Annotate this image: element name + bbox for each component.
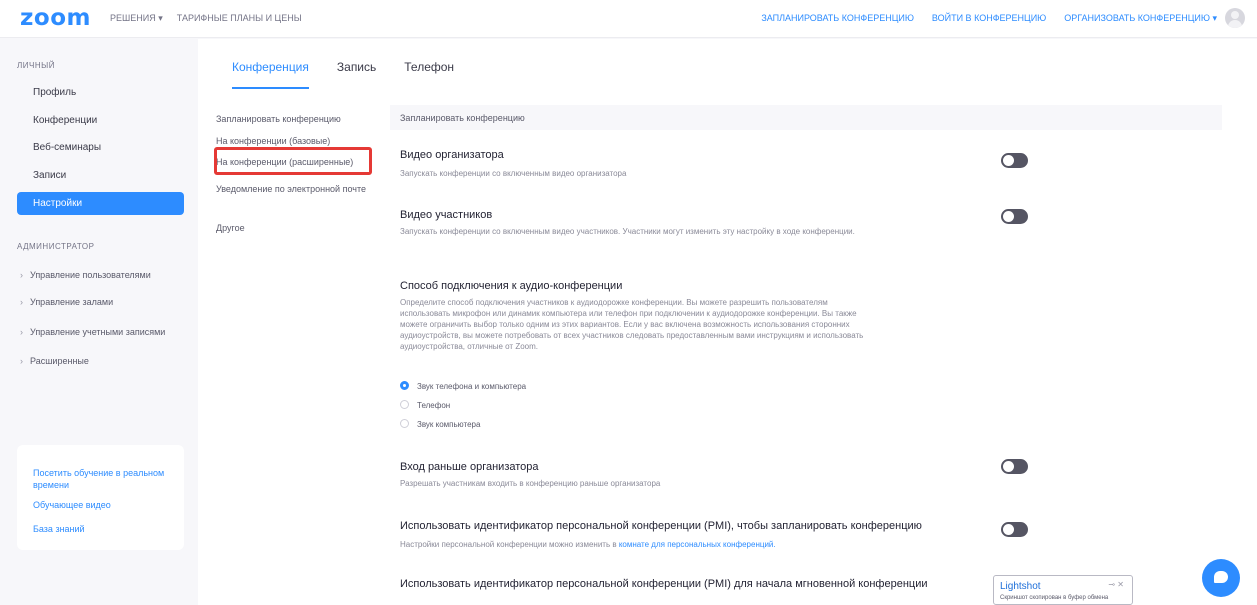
chevron-right-icon: ›	[20, 297, 23, 307]
nav-solutions[interactable]: РЕШЕНИЯ ▾	[110, 13, 163, 24]
sidebar-item-settings[interactable]: Настройки	[17, 192, 184, 215]
link-live-training[interactable]: Посетить обучение в реальном времени	[33, 467, 173, 491]
chat-button[interactable]	[1202, 559, 1240, 597]
lightshot-title: Lightshot	[1000, 581, 1041, 592]
host-video-toggle[interactable]	[1001, 153, 1028, 168]
sidebar-item-account-management[interactable]: › Управление учетными записями	[20, 327, 165, 337]
sidebar-item-profile[interactable]: Профиль	[33, 87, 76, 98]
tab-recording[interactable]: Запись	[337, 60, 376, 74]
nav-join-meeting[interactable]: ВОЙТИ В КОНФЕРЕНЦИЮ	[932, 13, 1046, 24]
chevron-right-icon: ›	[20, 270, 23, 280]
lightshot-controls[interactable]: ⊸ ✕	[1108, 580, 1124, 589]
sidebar-item-room-management[interactable]: › Управление залами	[20, 297, 113, 307]
chevron-right-icon: ›	[20, 356, 23, 366]
sidebar-item-meetings[interactable]: Конференции	[33, 115, 97, 126]
join-before-host-toggle[interactable]	[1001, 459, 1028, 474]
pmi-schedule-toggle[interactable]	[1001, 522, 1028, 537]
section-header: Запланировать конференцию	[390, 105, 1222, 130]
tab-telephone[interactable]: Телефон	[404, 60, 454, 74]
top-nav-left: РЕШЕНИЯ ▾ ТАРИФНЫЕ ПЛАНЫ И ЦЕНЫ	[110, 13, 302, 24]
link-knowledge-base[interactable]: База знаний	[33, 523, 85, 535]
subnav-schedule-meeting[interactable]: Запланировать конференцию	[216, 113, 341, 126]
setting-join-before-host-title: Вход раньше организатора	[400, 461, 539, 473]
nav-schedule-meeting[interactable]: ЗАПЛАНИРОВАТЬ КОНФЕРЕНЦИЮ	[761, 13, 914, 24]
lightshot-subtitle: Скриншот скопирован в буфер обмена	[1000, 595, 1109, 601]
audio-option-telephone[interactable]: Телефон	[400, 400, 450, 410]
top-nav-right: ЗАПЛАНИРОВАТЬ КОНФЕРЕНЦИЮ ВОЙТИ В КОНФЕР…	[761, 13, 1217, 24]
setting-participant-video-title: Видео участников	[400, 209, 493, 221]
audio-option-both[interactable]: Звук телефона и компьютера	[400, 381, 526, 391]
participant-video-toggle[interactable]	[1001, 209, 1028, 224]
lightshot-notification[interactable]: Lightshot Скриншот скопирован в буфер об…	[993, 575, 1133, 605]
subnav-email-notification[interactable]: Уведомление по электронной почте	[216, 183, 366, 196]
tab-meeting[interactable]: Конференция	[232, 60, 309, 74]
setting-audio-type-desc: Определите способ подключения участников…	[400, 298, 864, 351]
setting-join-before-host-desc: Разрешать участникам входить в конференц…	[400, 479, 661, 488]
sidebar: ЛИЧНЫЙ Профиль Конференции Веб-семинары …	[0, 39, 198, 605]
setting-pmi-instant-title: Использовать идентификатор персональной …	[400, 578, 928, 590]
setting-host-video-title: Видео организатора	[400, 149, 504, 161]
sidebar-item-user-management[interactable]: › Управление пользователями	[20, 270, 151, 280]
sidebar-item-webinars[interactable]: Веб-семинары	[33, 142, 101, 153]
sidebar-links-card: Посетить обучение в реальном времени Обу…	[17, 445, 184, 550]
settings-tabs: Конференция Запись Телефон	[232, 60, 454, 74]
sidebar-section-personal: ЛИЧНЫЙ	[17, 61, 55, 70]
setting-audio-type-title: Способ подключения к аудио-конференции	[400, 280, 623, 292]
link-video-tutorials[interactable]: Обучающее видео	[33, 499, 111, 511]
sidebar-item-advanced[interactable]: › Расширенные	[20, 356, 89, 366]
setting-pmi-schedule-title: Использовать идентификатор персональной …	[400, 520, 922, 532]
red-highlight-box	[214, 147, 372, 175]
zoom-logo[interactable]: zoom	[20, 5, 91, 31]
active-tab-indicator	[232, 87, 309, 89]
setting-pmi-schedule-desc: Настройки персональной конференции можно…	[400, 540, 776, 549]
setting-host-video-desc: Запускать конференции со включенным виде…	[400, 169, 627, 178]
nav-host-meeting[interactable]: ОРГАНИЗОВАТЬ КОНФЕРЕНЦИЮ ▾	[1064, 13, 1217, 24]
subnav-other[interactable]: Другое	[216, 222, 245, 235]
audio-option-computer[interactable]: Звук компьютера	[400, 419, 480, 429]
avatar[interactable]	[1225, 8, 1245, 28]
radio-selected-icon	[400, 381, 409, 390]
main-content: Конференция Запись Телефон Запланировать…	[198, 39, 1257, 605]
setting-participant-video-desc: Запускать конференции со включенным виде…	[400, 227, 855, 236]
radio-icon	[400, 419, 409, 428]
radio-icon	[400, 400, 409, 409]
sidebar-section-admin: АДМИНИСТРАТОР	[17, 242, 95, 251]
pmi-room-link[interactable]: комнате для персональных конференций.	[619, 540, 776, 549]
chevron-right-icon: ›	[20, 327, 23, 337]
nav-plans-pricing[interactable]: ТАРИФНЫЕ ПЛАНЫ И ЦЕНЫ	[177, 13, 302, 24]
sidebar-item-recordings[interactable]: Записи	[33, 170, 66, 181]
top-navbar: zoom РЕШЕНИЯ ▾ ТАРИФНЫЕ ПЛАНЫ И ЦЕНЫ ЗАП…	[0, 0, 1257, 38]
